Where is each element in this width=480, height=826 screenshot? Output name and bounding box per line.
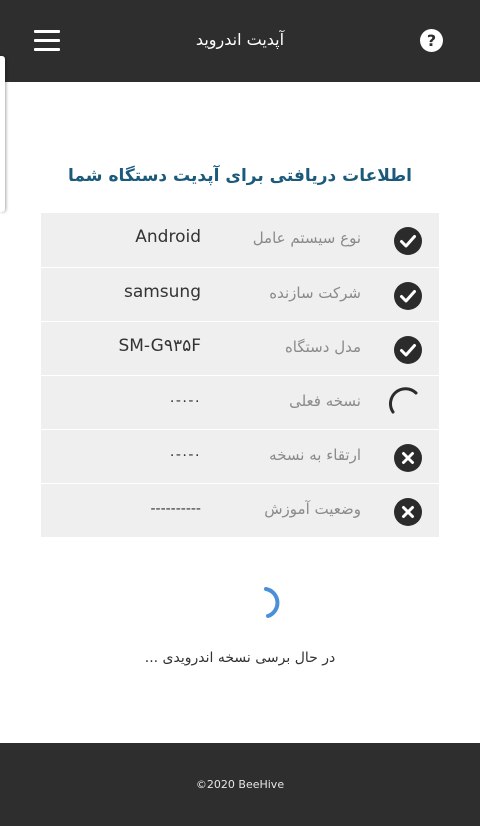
copyright-text: ©2020 BeeHive bbox=[195, 778, 285, 791]
check-circle-icon bbox=[394, 336, 422, 364]
top-app-bar: آپدیت اندروید ? bbox=[0, 0, 480, 82]
navigation-drawer-edge[interactable] bbox=[0, 56, 5, 212]
row-value: ۰-۰-۰ bbox=[168, 393, 201, 409]
info-row-os: نوع سیستم عامل Android bbox=[41, 213, 439, 267]
row-label: مدل دستگاه bbox=[284, 338, 361, 356]
app-title: آپدیت اندروید bbox=[195, 30, 285, 49]
row-value: ---------- bbox=[150, 501, 201, 517]
page-heading: اطلاعات دریافتی برای آپدیت دستگاه شما bbox=[68, 166, 412, 186]
row-label: شرکت سازنده bbox=[269, 284, 361, 302]
row-value: ۰-۰-۰ bbox=[168, 447, 201, 463]
help-icon[interactable]: ? bbox=[420, 29, 443, 52]
row-value: SM-G۹۳۵F bbox=[118, 336, 201, 356]
info-row-tutorial-status: وضعیت آموزش ---------- bbox=[41, 483, 439, 538]
info-row-upgrade-version: ارتقاء به نسخه ۰-۰-۰ bbox=[41, 429, 439, 484]
check-circle-icon bbox=[394, 282, 422, 310]
device-info-table: نوع سیستم عامل Android شرکت سازنده samsu… bbox=[41, 213, 439, 537]
close-circle-icon bbox=[394, 498, 422, 526]
row-label: نسخه فعلی bbox=[289, 392, 361, 410]
info-row-manufacturer: شرکت سازنده samsung bbox=[41, 267, 439, 322]
row-label: نوع سیستم عامل bbox=[252, 229, 361, 247]
footer: ©2020 BeeHive bbox=[0, 743, 480, 826]
loading-indicator-icon bbox=[258, 586, 282, 620]
loading-status-text: در حال برسی نسخه اندرویدی ... bbox=[144, 650, 336, 666]
info-row-model: مدل دستگاه SM-G۹۳۵F bbox=[41, 321, 439, 376]
row-value: samsung bbox=[123, 282, 201, 302]
loading-spinner-icon bbox=[389, 386, 423, 420]
check-circle-icon bbox=[394, 227, 422, 255]
close-circle-icon bbox=[394, 444, 422, 472]
row-label: وضعیت آموزش bbox=[264, 500, 361, 518]
info-row-current-version: نسخه فعلی ۰-۰-۰ bbox=[41, 375, 439, 430]
row-label: ارتقاء به نسخه bbox=[269, 446, 361, 464]
row-value: Android bbox=[135, 227, 201, 247]
